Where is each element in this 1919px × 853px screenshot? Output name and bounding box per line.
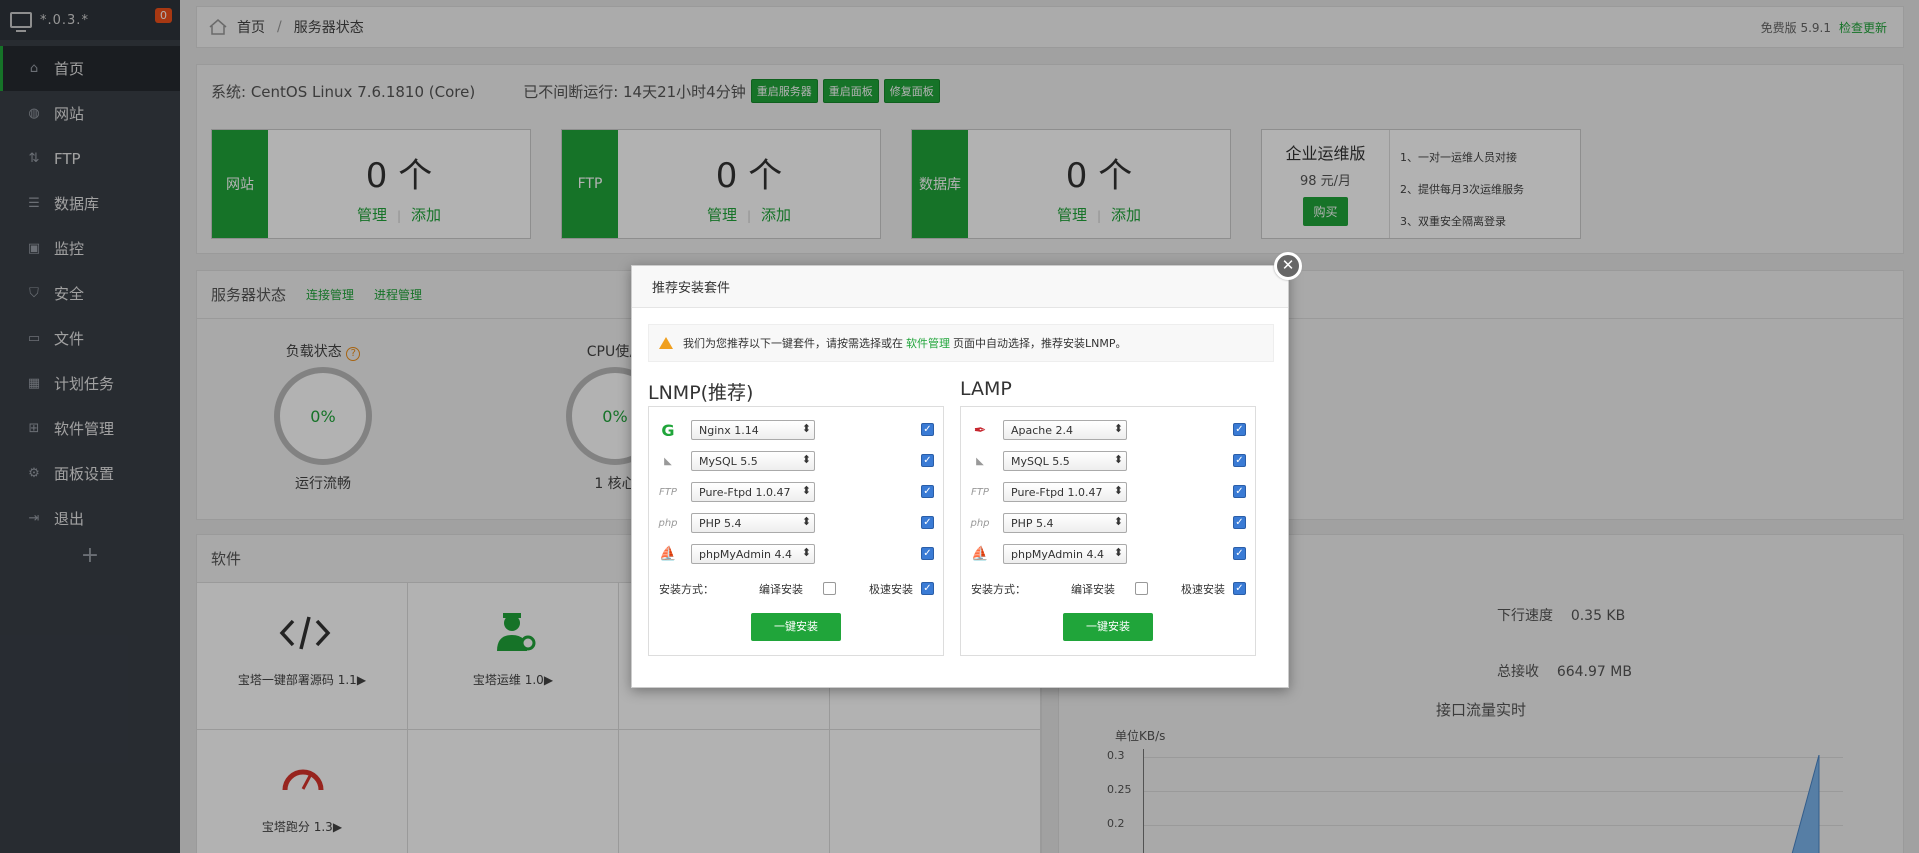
stack-row: G Nginx 1.14: [657, 419, 937, 441]
mysql-icon: ◣: [664, 455, 672, 467]
phpmyadmin-version-select[interactable]: phpMyAdmin 4.4: [691, 544, 815, 564]
stack-row: ⛵ phpMyAdmin 4.4: [969, 543, 1249, 565]
compile-install-label: 编译安装: [759, 583, 803, 596]
fast-install-label: 极速安装: [869, 583, 913, 596]
install-mode-row: 安装方式： 编译安装 极速安装 ✓: [971, 581, 1251, 597]
php-checkbox[interactable]: ✓: [1233, 516, 1246, 529]
fast-install-label: 极速安装: [1181, 583, 1225, 596]
mysql-icon: ◣: [976, 455, 984, 467]
dialog-title: 推荐安装套件: [632, 266, 1288, 308]
apache-version-select[interactable]: Apache 2.4: [1003, 420, 1127, 440]
ftp-version-select[interactable]: Pure-Ftpd 1.0.47: [1003, 482, 1127, 502]
stack-row: ✒ Apache 2.4: [969, 419, 1249, 441]
install-notice: 我们为您推荐以下一键套件，请按需选择或在 软件管理 页面中自动选择，推荐安装LN…: [648, 324, 1274, 362]
install-mode-label: 安装方式：: [659, 583, 714, 596]
compile-install-label: 编译安装: [1071, 583, 1115, 596]
fast-install-checkbox[interactable]: ✓: [1233, 582, 1246, 595]
stack-row: FTP Pure-Ftpd 1.0.47: [657, 481, 937, 503]
php-icon: php: [970, 517, 990, 529]
fast-install-checkbox[interactable]: ✓: [921, 582, 934, 595]
mysql-version-select[interactable]: MySQL 5.5: [691, 451, 815, 471]
mysql-version-select[interactable]: MySQL 5.5: [1003, 451, 1127, 471]
compile-install-checkbox[interactable]: [1135, 582, 1148, 595]
php-icon: php: [658, 517, 678, 529]
install-mode-label: 安装方式：: [971, 583, 1026, 596]
apache-icon: ✒: [973, 421, 987, 439]
phpmyadmin-checkbox[interactable]: ✓: [1233, 547, 1246, 560]
warning-icon: [659, 337, 673, 349]
phpmyadmin-version-select[interactable]: phpMyAdmin 4.4: [1003, 544, 1127, 564]
install-mode-row: 安装方式： 编译安装 极速安装 ✓: [659, 581, 939, 597]
close-icon[interactable]: ✕: [1274, 252, 1302, 280]
phpmyadmin-icon: ⛵: [659, 546, 677, 562]
lnmp-install-button[interactable]: 一键安装: [751, 613, 841, 641]
stack-row: ⛵ phpMyAdmin 4.4: [657, 543, 937, 565]
ftp-icon: FTP: [659, 486, 677, 498]
lamp-install-button[interactable]: 一键安装: [1063, 613, 1153, 641]
stack-row: php PHP 5.4: [657, 512, 937, 534]
ftp-icon: FTP: [971, 486, 989, 498]
ftp-checkbox[interactable]: ✓: [921, 485, 934, 498]
stack-row: FTP Pure-Ftpd 1.0.47: [969, 481, 1249, 503]
nginx-checkbox[interactable]: ✓: [921, 423, 934, 436]
stack-row: php PHP 5.4: [969, 512, 1249, 534]
php-version-select[interactable]: PHP 5.4: [691, 513, 815, 533]
phpmyadmin-icon: ⛵: [971, 546, 989, 562]
stack-row: ◣ MySQL 5.5: [969, 450, 1249, 472]
nginx-version-select[interactable]: Nginx 1.14: [691, 420, 815, 440]
notice-text-before: 我们为您推荐以下一键套件，请按需选择或在: [683, 337, 903, 350]
apache-checkbox[interactable]: ✓: [1233, 423, 1246, 436]
nginx-icon: G: [661, 420, 675, 440]
software-manage-link[interactable]: 软件管理: [906, 335, 950, 351]
lamp-title: LAMP: [960, 378, 1012, 400]
ftp-checkbox[interactable]: ✓: [1233, 485, 1246, 498]
lnmp-title: LNMP(推荐): [648, 382, 754, 404]
stack-row: ◣ MySQL 5.5: [657, 450, 937, 472]
lamp-stack: ✒ Apache 2.4 ◣ MySQL 5.5 FTP Pure-Ftpd 1.0.…: [960, 406, 1256, 656]
php-checkbox[interactable]: ✓: [921, 516, 934, 529]
php-version-select[interactable]: PHP 5.4: [1003, 513, 1127, 533]
lnmp-stack: G Nginx 1.14 ◣ MySQL 5.5 FTP Pure-Ftpd 1.0.…: [648, 406, 944, 656]
mysql-checkbox[interactable]: ✓: [921, 454, 934, 467]
notice-text-after: 页面中自动选择，推荐安装LNMP。: [953, 337, 1127, 350]
mysql-checkbox[interactable]: ✓: [1233, 454, 1246, 467]
compile-install-checkbox[interactable]: [823, 582, 836, 595]
ftp-version-select[interactable]: Pure-Ftpd 1.0.47: [691, 482, 815, 502]
recommend-install-dialog: 推荐安装套件 ✕ 我们为您推荐以下一键套件，请按需选择或在 软件管理 页面中自动…: [631, 252, 1302, 688]
phpmyadmin-checkbox[interactable]: ✓: [921, 547, 934, 560]
